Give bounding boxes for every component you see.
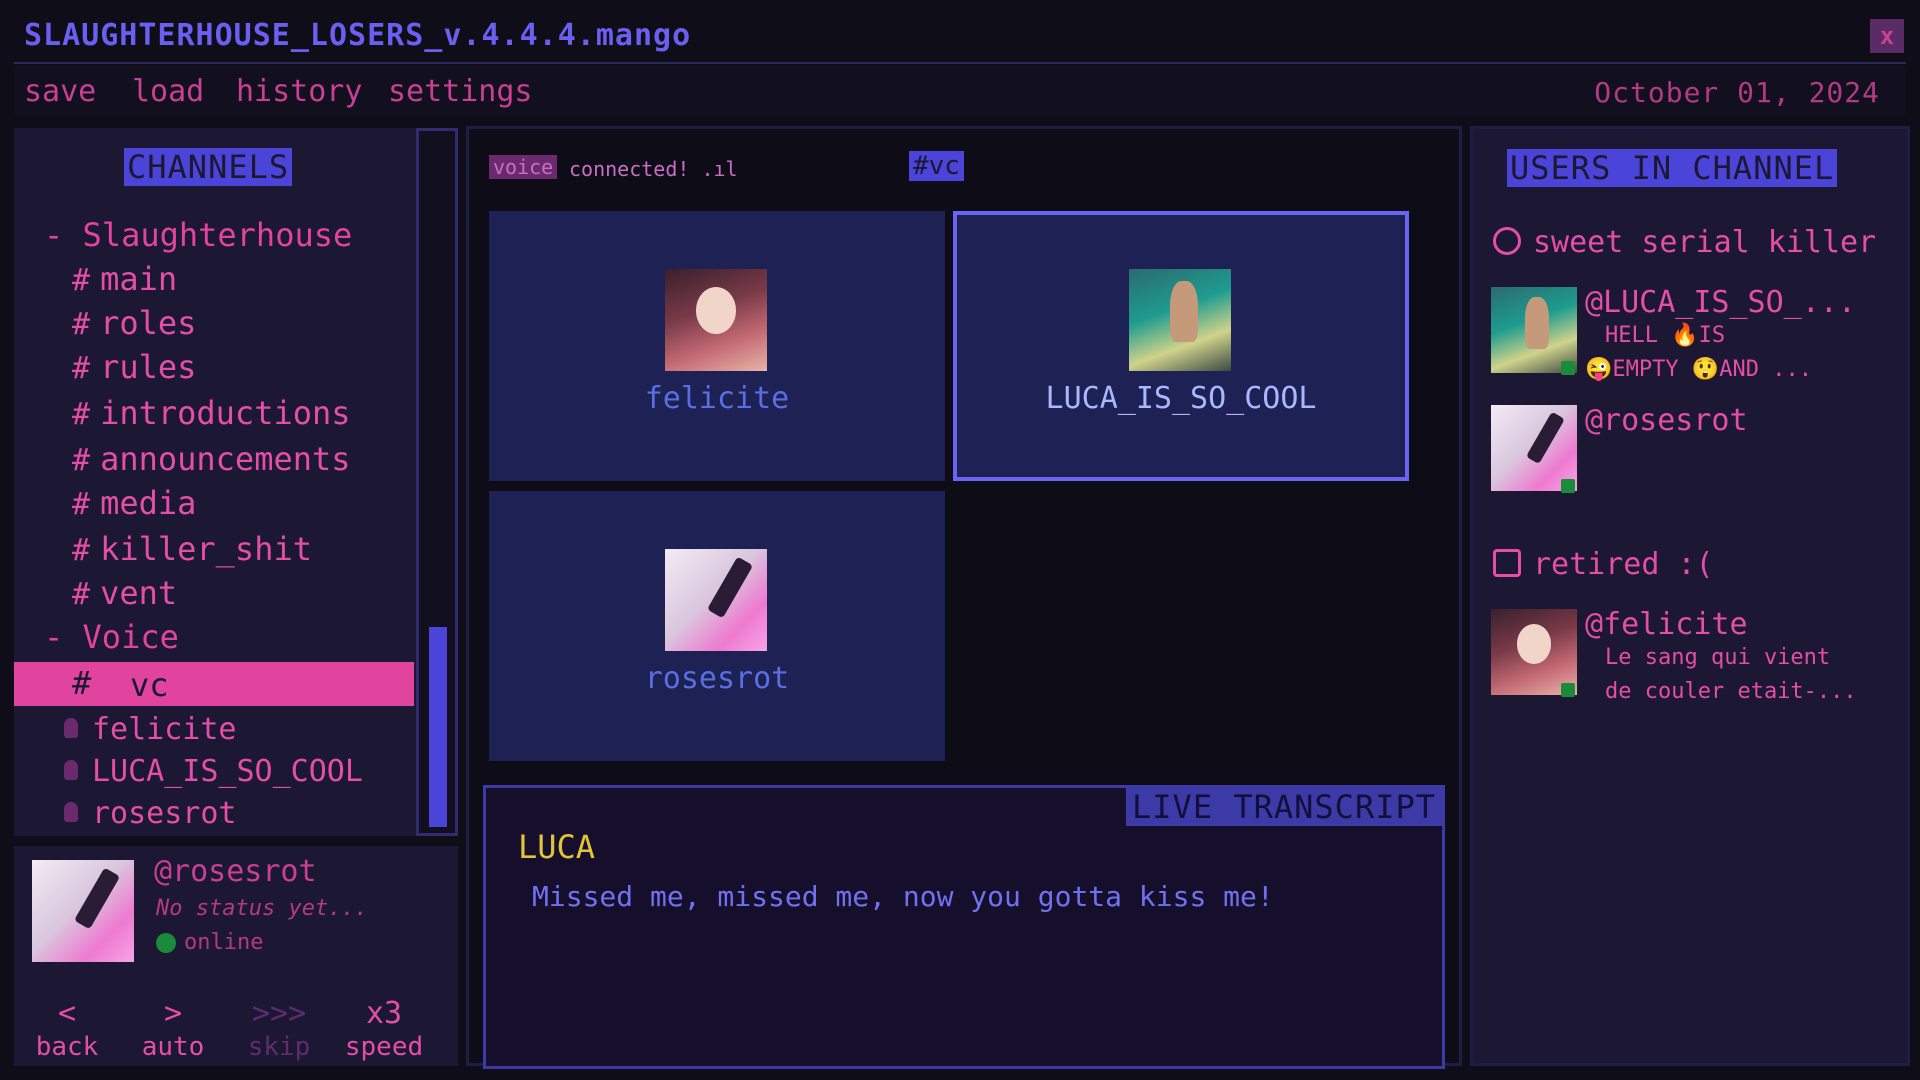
group-sweet-serial-killer: sweet serial killer [1493,225,1876,260]
user-status-line: HELL 🔥IS [1605,323,1726,348]
channel-vc-selected[interactable]: # vc [14,662,414,706]
presence-indicator: online [156,930,263,955]
user-status-line: 😜EMPTY 😲AND ... [1585,357,1812,382]
mic-icon [64,717,78,738]
user-rosesrot[interactable]: @rosesrot [1585,403,1748,438]
channel-announcements[interactable]: # announcements [72,440,351,478]
channel-panel: CHANNELS - Slaughterhouse # main # roles #… [14,128,416,836]
profile-name: @rosesrot [154,854,317,889]
voice-panel: voice connected! .ıl #vc felicite LUCA_I… [466,126,1462,1069]
voice-tile-rosesrot[interactable]: rosesrot [489,491,945,761]
avatar [1129,269,1231,371]
voice-user-rosesrot[interactable]: rosesrot [64,796,237,831]
voice-channel-tag: #vc [909,151,964,181]
avatar[interactable] [32,860,134,962]
transcript-header: LIVE TRANSCRIPT [1126,788,1442,826]
user-status-line: Le sang qui vient [1605,645,1831,670]
channel-vent[interactable]: # vent [72,574,177,612]
skip-button[interactable]: >>> skip [240,996,318,1062]
mic-icon [64,801,78,822]
menu-bar: save load history settings October 01, 2… [14,66,1906,116]
menu-settings[interactable]: settings [388,74,533,109]
transcript-speaker: LUCA [518,828,596,866]
users-panel: USERS IN CHANNEL sweet serial killer @LU… [1470,126,1910,1066]
connection-status: connected! .ıl [569,157,738,181]
live-transcript: LIVE TRANSCRIPT LUCA Missed me, missed m… [483,785,1445,1069]
date-display: October 01, 2024 [1594,76,1880,109]
scrollbar-thumb[interactable] [429,627,447,827]
title-bar: SLAUGHTERHOUSE_LOSERS_v.4.4.4.mango x [14,14,1906,64]
voice-tile-felicite[interactable]: felicite [489,211,945,481]
voice-user-felicite[interactable]: felicite [64,712,237,747]
channel-scrollbar[interactable] [416,128,458,836]
user-felicite[interactable]: @felicite [1585,607,1748,642]
thumbs-down-icon [1493,548,1521,577]
avatar [665,269,767,371]
voice-tag: voice [489,155,558,179]
voice-tile-luca-speaking[interactable]: LUCA_IS_SO_COOL [953,211,1409,481]
speed-button[interactable]: x3 speed [334,996,434,1062]
channel-killer-shit[interactable]: # killer_shit [72,530,312,568]
auto-button[interactable]: > auto [134,996,212,1062]
channels-header: CHANNELS [124,148,293,186]
close-button[interactable]: x [1870,19,1904,53]
back-button[interactable]: < back [28,996,106,1062]
channel-media[interactable]: # media [72,484,196,522]
smiley-icon [1493,226,1521,255]
group-retired: retired :( [1493,547,1714,582]
channel-rules[interactable]: # rules [72,348,196,386]
voice-category[interactable]: - Voice [44,618,179,656]
user-luca[interactable]: @LUCA_IS_SO_... [1585,285,1856,320]
menu-load[interactable]: load [132,74,204,109]
user-status-line: de couler etait-... [1605,679,1857,704]
users-header: USERS IN CHANNEL [1507,149,1838,187]
channel-roles[interactable]: # roles [72,304,196,342]
channel-main[interactable]: # main [72,260,177,298]
voice-user-luca[interactable]: LUCA_IS_SO_COOL [64,754,363,789]
mic-speaking-icon [64,759,78,780]
server-name[interactable]: - Slaughterhouse [44,216,352,254]
profile-status: No status yet... [156,896,368,921]
avatar [665,549,767,651]
user-profile-card: @rosesrot No status yet... online < back… [14,846,458,1066]
transcript-text: Missed me, missed me, now you gotta kiss… [532,880,1274,913]
online-dot-icon [1561,479,1575,493]
window-title: SLAUGHTERHOUSE_LOSERS_v.4.4.4.mango [24,18,692,53]
online-dot-icon [1561,683,1575,697]
channel-introductions[interactable]: # introductions [72,394,351,432]
menu-save[interactable]: save [24,74,96,109]
menu-history[interactable]: history [236,74,362,109]
online-dot-icon [156,933,176,953]
online-dot-icon [1561,361,1575,375]
